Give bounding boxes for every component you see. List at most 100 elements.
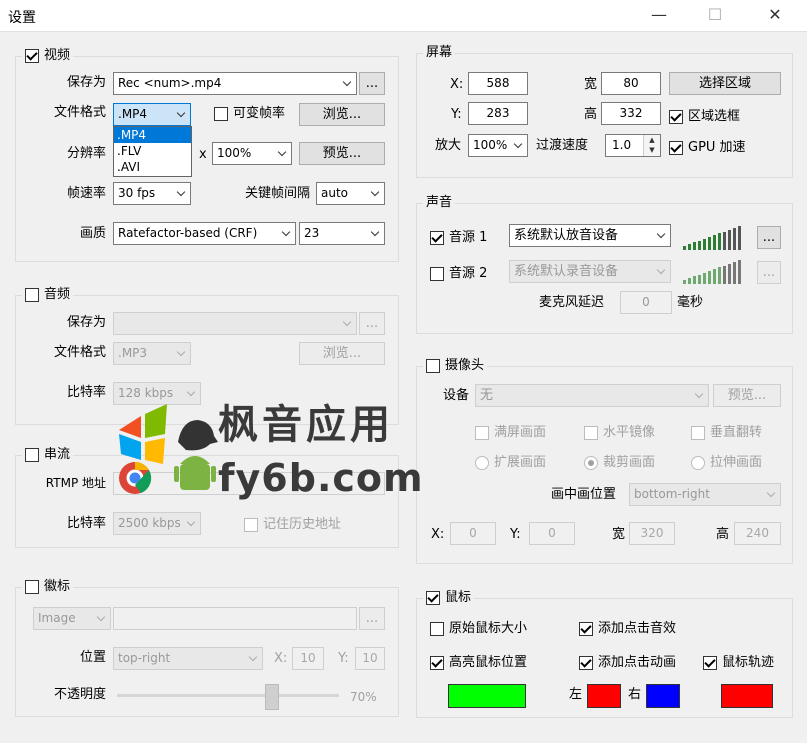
source1-volume-meter[interactable] (683, 224, 745, 250)
quality-mode-combo[interactable]: Ratefactor-based (CRF) (113, 222, 296, 245)
video-enable-checkbox[interactable]: 视频 (22, 47, 74, 65)
expand-row[interactable]: 扩展画面 (475, 454, 546, 472)
logo-type-combo[interactable]: Image (33, 607, 111, 630)
audio-browse-button[interactable]: 浏览... (299, 342, 385, 365)
original-size-row[interactable]: 原始鼠标大小 (430, 620, 527, 638)
format-option[interactable]: .MP4 (114, 127, 191, 143)
stretch-radio[interactable] (691, 456, 705, 470)
opacity-slider-thumb[interactable] (265, 684, 280, 710)
screen-width-input[interactable]: 80 (601, 72, 661, 95)
minimize-button[interactable]: — (636, 0, 682, 32)
close-button[interactable]: ✕ (752, 0, 798, 32)
format-option[interactable]: .AVI (114, 159, 191, 175)
zoom-combo[interactable]: 100% (468, 134, 528, 157)
logo-checkbox[interactable] (25, 580, 39, 594)
source2-more-button[interactable]: ... (757, 261, 781, 284)
trail-row[interactable]: 鼠标轨迹 (703, 654, 774, 672)
quality-value-combo[interactable]: 23 (299, 222, 385, 245)
opacity-slider-track[interactable] (117, 694, 339, 697)
pip-combo[interactable]: bottom-right (629, 483, 781, 506)
flip-checkbox[interactable] (691, 426, 705, 440)
click-anim-checkbox[interactable] (579, 656, 593, 670)
scale-combo[interactable]: 100% (212, 142, 292, 165)
screen-y-input[interactable]: 283 (468, 102, 528, 125)
video-checkbox[interactable] (25, 49, 39, 63)
select-region-button[interactable]: 选择区域 (669, 72, 781, 95)
camera-y-input[interactable]: 0 (529, 522, 575, 545)
audio-format-combo[interactable]: .MP3 (113, 342, 191, 365)
highlight-row[interactable]: 高亮鼠标位置 (430, 654, 527, 672)
audio-save-combo[interactable] (113, 312, 357, 335)
audio-checkbox[interactable] (25, 288, 39, 302)
maximize-button[interactable]: ☐ (692, 0, 738, 32)
logo-y-input[interactable]: 10 (355, 647, 385, 670)
audio-save-more-button[interactable]: ... (359, 312, 385, 335)
trail-checkbox[interactable] (703, 656, 717, 670)
camera-enable-checkbox[interactable]: 摄像头 (423, 357, 488, 375)
expand-radio[interactable] (475, 456, 489, 470)
original-size-checkbox[interactable] (430, 622, 444, 636)
audio-enable-checkbox[interactable]: 音频 (22, 286, 74, 304)
logo-position-combo[interactable]: top-right (113, 647, 263, 670)
logo-more-button[interactable]: ... (359, 607, 385, 630)
camera-device-combo[interactable]: 无 (475, 384, 709, 407)
camera-height-input[interactable]: 240 (734, 522, 781, 545)
gpu-row[interactable]: GPU 加速 (669, 139, 746, 157)
highlight-color-button[interactable] (448, 684, 526, 708)
video-save-combo[interactable]: Rec <num>.mp4 (113, 72, 357, 95)
video-browse-button[interactable]: 浏览... (299, 103, 385, 126)
crop-row[interactable]: 裁剪画面 (584, 454, 655, 472)
stretch-row[interactable]: 拉伸画面 (691, 454, 762, 472)
source2-checkbox[interactable] (430, 267, 444, 281)
source1-combo[interactable]: 系统默认放音设备 (509, 224, 671, 247)
highlight-checkbox[interactable] (430, 656, 444, 670)
screen-height-input[interactable]: 332 (601, 102, 661, 125)
stream-enable-checkbox[interactable]: 串流 (22, 446, 74, 464)
video-save-more-button[interactable]: ... (359, 72, 385, 95)
flip-row[interactable]: 垂直翻转 (691, 424, 762, 442)
stream-checkbox[interactable] (25, 448, 39, 462)
camera-checkbox[interactable] (426, 359, 440, 373)
mouse-enable-checkbox[interactable]: 鼠标 (423, 589, 475, 607)
source1-checkbox[interactable] (430, 231, 444, 245)
fullscreen-checkbox[interactable] (475, 426, 489, 440)
mouse-checkbox[interactable] (426, 591, 440, 605)
video-preview-button[interactable]: 预览... (299, 142, 385, 165)
mic-delay-input[interactable]: 0 (620, 291, 672, 314)
camera-preview-button[interactable]: 预览... (713, 384, 781, 407)
stream-bitrate-combo[interactable]: 2500 kbps (113, 512, 201, 535)
vfr-checkbox-row[interactable]: 可变帧率 (214, 105, 285, 123)
source1-more-button[interactable]: ... (757, 226, 781, 249)
click-sound-checkbox[interactable] (579, 622, 593, 636)
source2-row[interactable]: 音源 2 (430, 265, 487, 283)
logo-path-input[interactable] (113, 607, 357, 630)
keyframe-combo[interactable]: auto (316, 182, 385, 205)
source2-volume-meter[interactable] (683, 258, 745, 284)
camera-width-input[interactable]: 320 (629, 522, 675, 545)
fullscreen-row[interactable]: 满屏画面 (475, 424, 546, 442)
trail-color-button[interactable] (721, 684, 773, 708)
screen-x-input[interactable]: 588 (468, 72, 528, 95)
remember-history-row[interactable]: 记住历史地址 (244, 516, 341, 534)
transition-spin-buttons[interactable]: ▲ ▼ (643, 135, 660, 156)
fps-combo[interactable]: 30 fps (113, 182, 191, 205)
remember-history-checkbox[interactable] (244, 518, 258, 532)
click-anim-row[interactable]: 添加点击动画 (579, 654, 676, 672)
source2-combo[interactable]: 系统默认录音设备 (509, 260, 671, 283)
click-sound-row[interactable]: 添加点击音效 (579, 620, 676, 638)
gpu-checkbox[interactable] (669, 141, 683, 155)
mirror-row[interactable]: 水平镜像 (584, 424, 655, 442)
format-dropdown-list[interactable]: .MP4 .FLV .AVI (113, 126, 192, 177)
right-click-color-button[interactable] (646, 684, 680, 708)
left-click-color-button[interactable] (587, 684, 621, 708)
camera-x-input[interactable]: 0 (450, 522, 496, 545)
logo-x-input[interactable]: 10 (292, 647, 324, 670)
region-frame-checkbox[interactable] (669, 110, 683, 124)
logo-enable-checkbox[interactable]: 徽标 (22, 578, 74, 596)
source1-row[interactable]: 音源 1 (430, 229, 487, 247)
vfr-checkbox[interactable] (214, 107, 228, 121)
video-format-combo[interactable]: .MP4 (113, 103, 191, 126)
region-frame-row[interactable]: 区域选框 (669, 108, 740, 126)
crop-radio[interactable] (584, 456, 598, 470)
format-option[interactable]: .FLV (114, 143, 191, 159)
